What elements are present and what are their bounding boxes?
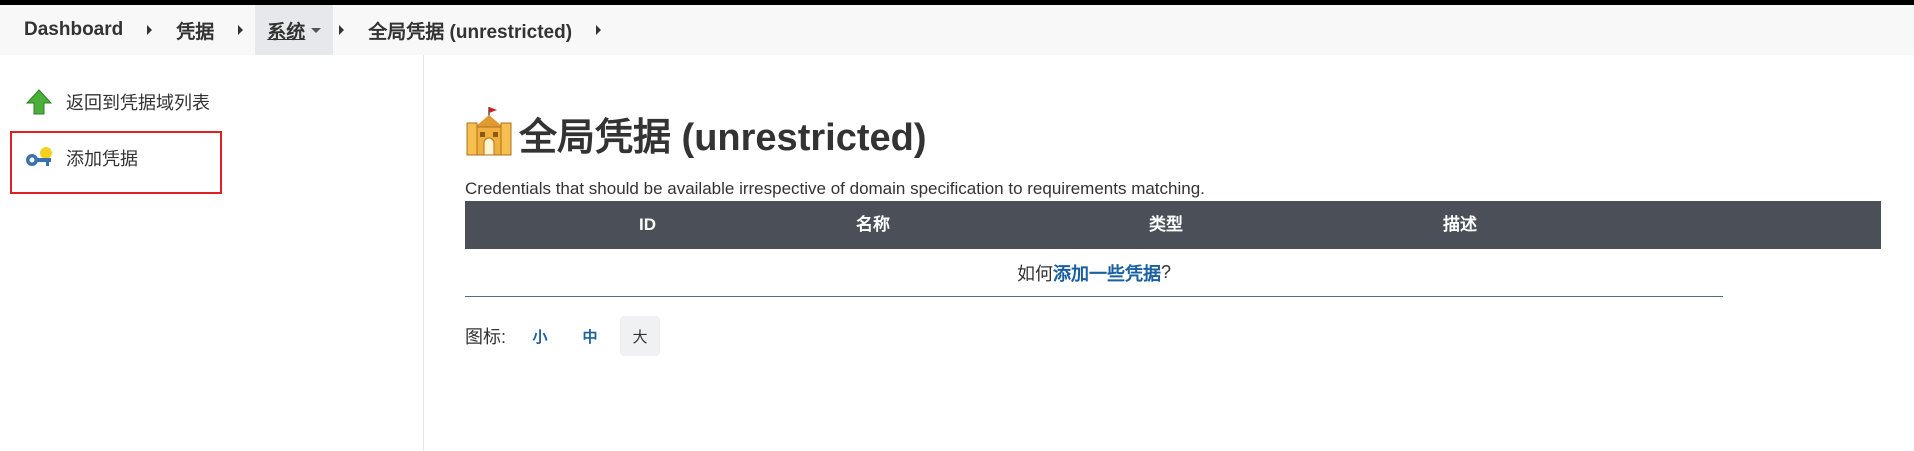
icon-size-small-button[interactable]: 小 — [520, 316, 560, 356]
icon-size-label: 图标: — [465, 327, 507, 347]
castle-icon — [465, 105, 513, 162]
breadcrumb-global-credentials[interactable]: 全局凭据 (unrestricted) — [356, 5, 584, 55]
page-description: Credentials that should be available irr… — [465, 179, 1205, 198]
breadcrumb-credentials[interactable]: 凭据 — [164, 5, 226, 55]
breadcrumb-label: Dashboard — [24, 19, 124, 40]
icon-size-large-button[interactable]: 大 — [620, 316, 661, 356]
breadcrumb-label: 全局凭据 (unrestricted) — [368, 21, 573, 43]
table-empty-row: 如何 添加一些凭据? — [465, 249, 1723, 297]
empty-suffix: ? — [1160, 262, 1171, 282]
chevron-down-icon[interactable] — [311, 27, 322, 33]
breadcrumb: Dashboard 凭据 系统 全局凭据 (unrestricted) — [0, 5, 1914, 55]
page-title: 全局凭据 (unrestricted) — [519, 117, 927, 159]
column-header-id[interactable]: ID — [639, 201, 656, 249]
breadcrumb-label: 系统 — [267, 21, 306, 43]
credentials-table-header: ID 名称 类型 描述 — [465, 201, 1881, 249]
highlight-box — [10, 131, 222, 194]
column-header-type[interactable]: 类型 — [1149, 201, 1183, 249]
column-header-name[interactable]: 名称 — [856, 201, 890, 249]
icon-size-medium-button[interactable]: 中 — [570, 316, 610, 356]
breadcrumb-separator-icon[interactable] — [339, 25, 345, 35]
breadcrumb-system[interactable]: 系统 — [255, 5, 334, 55]
breadcrumb-dashboard[interactable]: Dashboard — [0, 5, 135, 55]
breadcrumb-separator-icon[interactable] — [238, 25, 244, 35]
arrow-up-icon — [24, 87, 54, 117]
sidebar-item-back-to-domains[interactable]: 返回到凭据域列表 — [24, 87, 210, 117]
sidebar-item-label: 返回到凭据域列表 — [66, 93, 210, 113]
empty-prefix: 如何 — [1016, 263, 1053, 284]
icon-size-selector: 图标: 小 中 大 — [465, 316, 661, 356]
title-row: 全局凭据 (unrestricted) — [465, 105, 926, 162]
column-header-description[interactable]: 描述 — [1443, 201, 1477, 249]
breadcrumb-separator-icon[interactable] — [147, 25, 153, 35]
breadcrumb-label: 凭据 — [176, 21, 215, 43]
breadcrumb-separator-icon[interactable] — [596, 25, 602, 35]
add-credentials-link[interactable]: 添加一些凭据 — [1053, 260, 1161, 286]
